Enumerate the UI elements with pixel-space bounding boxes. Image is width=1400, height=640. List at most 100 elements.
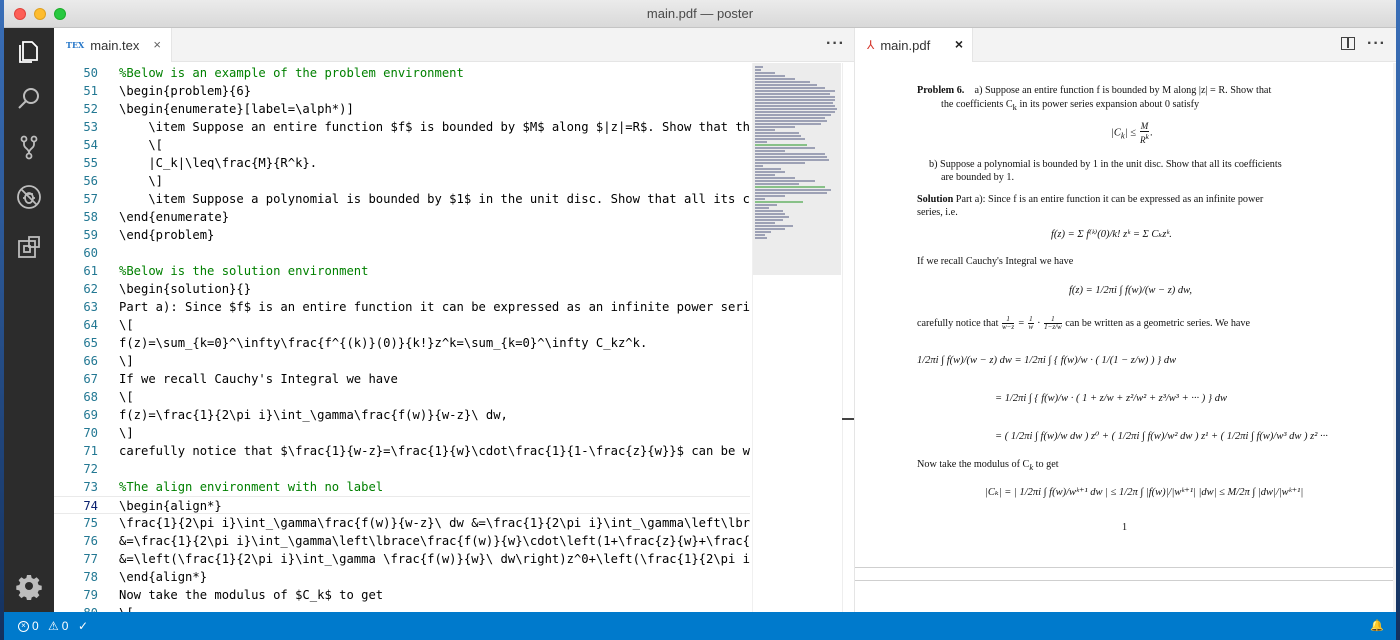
minimap-line bbox=[755, 222, 775, 224]
line-text[interactable]: \item Suppose an entire function $f$ is … bbox=[119, 118, 750, 136]
line-text[interactable]: \] bbox=[119, 352, 134, 370]
warnings-indicator[interactable]: ⚠ 0 bbox=[48, 619, 68, 633]
tex-file-icon: TEX bbox=[66, 40, 85, 50]
check-icon[interactable]: ✓ bbox=[78, 619, 88, 633]
debug-icon[interactable] bbox=[14, 182, 44, 212]
minimap-line bbox=[755, 84, 817, 86]
line-text[interactable]: \] bbox=[119, 424, 134, 442]
code-line[interactable]: 61 %Below is the solution environment bbox=[54, 262, 750, 280]
line-text[interactable]: \begin{problem}{6} bbox=[119, 82, 251, 100]
code-line[interactable]: 65 f(z)=\sum_{k=0}^\infty\frac{f^{(k)}(0)… bbox=[54, 334, 750, 352]
code-line[interactable]: 62 \begin{solution}{} bbox=[54, 280, 750, 298]
line-text[interactable]: If we recall Cauchy's Integral we have bbox=[119, 370, 398, 388]
source-control-icon[interactable] bbox=[14, 132, 44, 162]
line-text[interactable]: \item Suppose a polynomial is bounded by… bbox=[119, 190, 750, 208]
line-text[interactable]: \begin{enumerate}[label=\alph*)] bbox=[119, 100, 354, 118]
minimap[interactable] bbox=[752, 63, 842, 612]
line-text[interactable]: f(z)=\frac{1}{2\pi i}\int_\gamma\frac{f(… bbox=[119, 406, 508, 424]
tab-main-pdf[interactable]: ⅄ main.pdf × bbox=[855, 28, 973, 62]
code-line[interactable]: 57 \item Suppose a polynomial is bounded… bbox=[54, 190, 750, 208]
code-line[interactable]: 64 \[ bbox=[54, 316, 750, 334]
code-line[interactable]: 72 bbox=[54, 460, 750, 478]
split-editor-icon[interactable] bbox=[1341, 37, 1355, 50]
code-line[interactable]: 79 Now take the modulus of $C_k$ to get bbox=[54, 586, 750, 604]
code-line[interactable]: 58 \end{enumerate} bbox=[54, 208, 750, 226]
code-editor[interactable]: 50 %Below is an example of the problem en… bbox=[54, 63, 750, 612]
line-text[interactable]: Part a): Since $f$ is an entire function… bbox=[119, 298, 750, 316]
line-text[interactable]: \[ bbox=[119, 604, 134, 612]
line-text[interactable]: |C_k|\leq\frac{M}{R^k}. bbox=[119, 154, 317, 172]
pdf-scrollbar[interactable] bbox=[1393, 63, 1396, 612]
line-text[interactable]: \[ bbox=[119, 388, 134, 406]
window-title: main.pdf — poster bbox=[646, 6, 754, 21]
code-line[interactable]: 76 &=\frac{1}{2\pi i}\int_\gamma\left\lbr… bbox=[54, 532, 750, 550]
minimap-line bbox=[755, 90, 835, 92]
tab-close-icon[interactable]: × bbox=[955, 36, 963, 52]
line-text[interactable]: &=\left(\frac{1}{2\pi i}\int_\gamma \fra… bbox=[119, 550, 750, 568]
line-text[interactable]: %Below is the solution environment bbox=[119, 262, 368, 280]
code-line[interactable]: 71 carefully notice that $\frac{1}{w-z}=\… bbox=[54, 442, 750, 460]
code-line[interactable]: 56 \] bbox=[54, 172, 750, 190]
denominator: 1−z/w bbox=[1044, 323, 1062, 331]
code-line[interactable]: 54 \[ bbox=[54, 136, 750, 154]
denominator: Rk bbox=[1140, 132, 1150, 145]
pdf-more-actions-icon[interactable]: ··· bbox=[1367, 35, 1386, 53]
code-line[interactable]: 74 \begin{align*} bbox=[54, 496, 750, 514]
line-text[interactable]: %Below is an example of the problem envi… bbox=[119, 64, 464, 82]
search-icon[interactable] bbox=[14, 84, 44, 114]
pdf-viewer[interactable]: Problem 6. a) Suppose an entire function… bbox=[855, 63, 1396, 612]
code-line[interactable]: 80 \[ bbox=[54, 604, 750, 612]
code-line[interactable]: 66 \] bbox=[54, 352, 750, 370]
code-line[interactable]: 73 %The align environment with no label bbox=[54, 478, 750, 496]
explorer-icon[interactable] bbox=[14, 36, 44, 66]
line-text[interactable]: &=\frac{1}{2\pi i}\int_\gamma\left\lbrac… bbox=[119, 532, 750, 550]
minimap-line bbox=[755, 75, 785, 77]
line-text[interactable]: \end{enumerate} bbox=[119, 208, 229, 226]
line-text[interactable]: \begin{align*} bbox=[119, 497, 222, 515]
line-text[interactable]: \] bbox=[119, 172, 163, 190]
extensions-icon[interactable] bbox=[14, 232, 44, 262]
code-line[interactable]: 53 \item Suppose an entire function $f$ … bbox=[54, 118, 750, 136]
line-text[interactable]: \end{align*} bbox=[119, 568, 207, 586]
gear-icon[interactable] bbox=[14, 571, 44, 601]
line-number: 67 bbox=[83, 372, 98, 386]
minimap-line bbox=[755, 81, 810, 83]
tab-main-tex[interactable]: TEX main.tex × bbox=[54, 28, 172, 62]
code-line[interactable]: 52 \begin{enumerate}[label=\alph*)] bbox=[54, 100, 750, 118]
line-text[interactable]: \begin{solution}{} bbox=[119, 280, 251, 298]
code-line[interactable]: 63 Part a): Since $f$ is an entire functi… bbox=[54, 298, 750, 316]
error-count: 0 bbox=[32, 619, 39, 633]
line-text[interactable]: %The align environment with no label bbox=[119, 478, 383, 496]
code-line[interactable]: 51 \begin{problem}{6} bbox=[54, 82, 750, 100]
editor-more-actions-icon[interactable]: ··· bbox=[826, 35, 845, 53]
code-line[interactable]: 78 \end{align*} bbox=[54, 568, 750, 586]
code-line[interactable]: 75 \frac{1}{2\pi i}\int_\gamma\frac{f(w)}… bbox=[54, 514, 750, 532]
bell-icon[interactable]: 🔔 bbox=[1370, 619, 1384, 632]
code-line[interactable]: 70 \] bbox=[54, 424, 750, 442]
tab-close-icon[interactable]: × bbox=[153, 37, 161, 52]
code-line[interactable]: 77 &=\left(\frac{1}{2\pi i}\int_\gamma \f… bbox=[54, 550, 750, 568]
line-text[interactable]: \[ bbox=[119, 316, 134, 334]
code-line[interactable]: 60 bbox=[54, 244, 750, 262]
desktop-edge-right bbox=[1396, 0, 1400, 640]
line-number: 53 bbox=[83, 120, 98, 134]
line-text[interactable]: \frac{1}{2\pi i}\int_\gamma\frac{f(w)}{w… bbox=[119, 514, 750, 532]
minimap-line bbox=[755, 129, 775, 131]
minimap-line bbox=[755, 162, 805, 164]
text-span: Now take the modulus of C bbox=[917, 459, 1030, 470]
code-line[interactable]: 67 If we recall Cauchy's Integral we have bbox=[54, 370, 750, 388]
editor-scrollbar[interactable] bbox=[842, 63, 854, 612]
line-text[interactable]: f(z)=\sum_{k=0}^\infty\frac{f^{(k)}(0)}{… bbox=[119, 334, 647, 352]
line-number: 80 bbox=[54, 604, 98, 612]
code-line[interactable]: 68 \[ bbox=[54, 388, 750, 406]
line-text[interactable]: Now take the modulus of $C_k$ to get bbox=[119, 586, 383, 604]
code-line[interactable]: 55 |C_k|\leq\frac{M}{R^k}. bbox=[54, 154, 750, 172]
line-text[interactable]: \end{problem} bbox=[119, 226, 214, 244]
errors-indicator[interactable]: × 0 bbox=[18, 619, 39, 633]
code-line[interactable]: 69 f(z)=\frac{1}{2\pi i}\int_\gamma\frac{… bbox=[54, 406, 750, 424]
code-line[interactable]: 59 \end{problem} bbox=[54, 226, 750, 244]
code-line[interactable]: 50 %Below is an example of the problem en… bbox=[54, 64, 750, 82]
line-text[interactable]: carefully notice that $\frac{1}{w-z}=\fr… bbox=[119, 442, 750, 460]
line-text[interactable]: \[ bbox=[119, 136, 163, 154]
warning-icon: ⚠ bbox=[48, 619, 59, 633]
